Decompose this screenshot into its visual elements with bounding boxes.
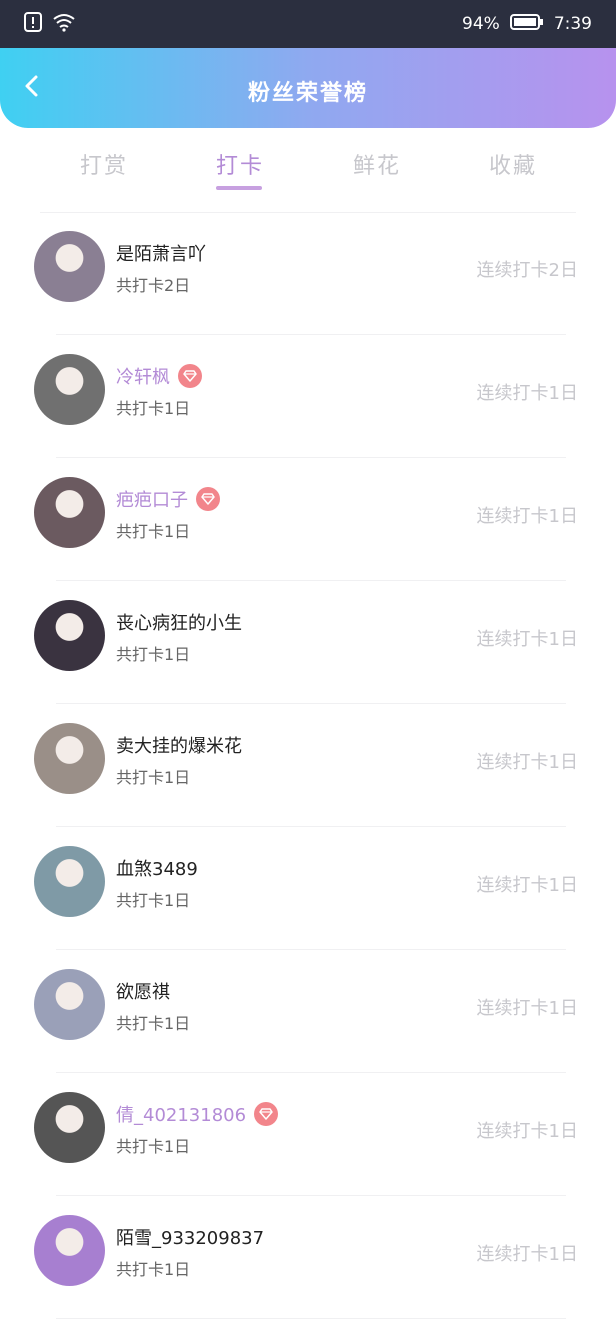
fan-name[interactable]: 疤疤口子 [116, 486, 188, 512]
name-row: 丧心病狂的小生 [116, 609, 242, 635]
streak-checkins: 连续打卡1日 [476, 383, 578, 404]
total-checkins: 共打卡2日 [116, 276, 191, 295]
list-item[interactable]: 倩_402131806 共打卡1日 连续打卡1日 [0, 1073, 616, 1196]
fan-name[interactable]: 冷轩枫 [116, 363, 170, 389]
list-item[interactable]: 冷轩枫 共打卡1日 连续打卡1日 [0, 335, 616, 458]
name-row: 倩_402131806 [116, 1101, 279, 1127]
tab-flowers[interactable]: 鲜花 [317, 148, 437, 180]
streak-checkins: 连续打卡1日 [476, 1121, 578, 1142]
battery-percent: 94% [462, 14, 500, 34]
list-item[interactable]: 丧心病狂的小生 共打卡1日 连续打卡1日 [0, 581, 616, 704]
fan-name[interactable]: 血煞3489 [116, 855, 198, 881]
list-item[interactable]: 疤疤口子 共打卡1日 连续打卡1日 [0, 458, 616, 581]
page-title: 粉丝荣誉榜 [247, 81, 368, 106]
name-row: 陌雪_933209837 [116, 1224, 264, 1250]
diamond-icon [254, 1102, 279, 1126]
total-checkins: 共打卡1日 [116, 645, 191, 664]
streak-checkins: 连续打卡1日 [476, 1244, 578, 1265]
header: 粉丝荣誉榜 [0, 48, 616, 128]
fan-name[interactable]: 卖大挂的爆米花 [116, 732, 242, 758]
name-row: 卖大挂的爆米花 [116, 732, 242, 758]
name-row: 疤疤口子 [116, 486, 220, 512]
tab-indicator [216, 186, 262, 190]
streak-checkins: 连续打卡1日 [476, 998, 578, 1019]
fan-name[interactable]: 是陌萧言吖 [116, 240, 206, 266]
total-checkins: 共打卡1日 [116, 399, 191, 418]
status-bar: 94% 7:39 [0, 0, 616, 48]
avatar[interactable] [34, 354, 105, 425]
total-checkins: 共打卡1日 [116, 1260, 191, 1279]
name-row: 冷轩枫 [116, 363, 202, 389]
avatar[interactable] [34, 1092, 105, 1163]
total-checkins: 共打卡1日 [116, 522, 191, 541]
avatar[interactable] [34, 969, 105, 1040]
streak-checkins: 连续打卡1日 [476, 752, 578, 773]
total-checkins: 共打卡1日 [116, 768, 191, 787]
fan-name[interactable]: 陌雪_933209837 [116, 1224, 264, 1250]
total-checkins: 共打卡1日 [116, 1137, 191, 1156]
avatar[interactable] [34, 846, 105, 917]
fan-name[interactable]: 丧心病狂的小生 [116, 609, 242, 635]
avatar[interactable] [34, 723, 105, 794]
list-item[interactable]: 血煞3489 共打卡1日 连续打卡1日 [0, 827, 616, 950]
battery-icon [509, 13, 544, 35]
tab-favorites[interactable]: 收藏 [453, 148, 573, 180]
list-item[interactable]: 卖大挂的爆米花 共打卡1日 连续打卡1日 [0, 704, 616, 827]
avatar[interactable] [34, 231, 105, 302]
status-left [24, 11, 76, 37]
fan-name[interactable]: 倩_402131806 [116, 1101, 246, 1127]
diamond-icon [196, 487, 220, 511]
status-right: 94% 7:39 [462, 13, 592, 35]
total-checkins: 共打卡1日 [116, 891, 191, 910]
fan-name[interactable]: 欲愿祺 [116, 978, 170, 1004]
clock: 7:39 [553, 14, 592, 34]
avatar[interactable] [34, 600, 105, 671]
tab-checkin[interactable]: 打卡 [180, 148, 300, 180]
avatar[interactable] [34, 1215, 105, 1286]
diamond-icon [178, 364, 202, 388]
list-item[interactable]: 是陌萧言吖 共打卡2日 连续打卡2日 [0, 212, 616, 335]
tab-reward[interactable]: 打赏 [44, 148, 164, 180]
name-row: 是陌萧言吖 [116, 240, 206, 266]
fan-list: 是陌萧言吖 共打卡2日 连续打卡2日 冷轩枫 共打卡1日 连续打卡1日 疤疤口子… [0, 212, 616, 1319]
streak-checkins: 连续打卡1日 [476, 875, 578, 896]
total-checkins: 共打卡1日 [116, 1014, 191, 1033]
list-item[interactable]: 欲愿祺 共打卡1日 连续打卡1日 [0, 950, 616, 1073]
name-row: 欲愿祺 [116, 978, 170, 1004]
wifi-icon [52, 12, 76, 37]
tab-bar: 打赏 打卡 鲜花 收藏 [0, 128, 616, 213]
list-item[interactable]: 陌雪_933209837 共打卡1日 连续打卡1日 [0, 1196, 616, 1319]
name-row: 血煞3489 [116, 855, 198, 881]
avatar[interactable] [34, 477, 105, 548]
streak-checkins: 连续打卡1日 [476, 629, 578, 650]
streak-checkins: 连续打卡2日 [476, 260, 578, 281]
streak-checkins: 连续打卡1日 [476, 506, 578, 527]
alert-icon [24, 11, 42, 37]
